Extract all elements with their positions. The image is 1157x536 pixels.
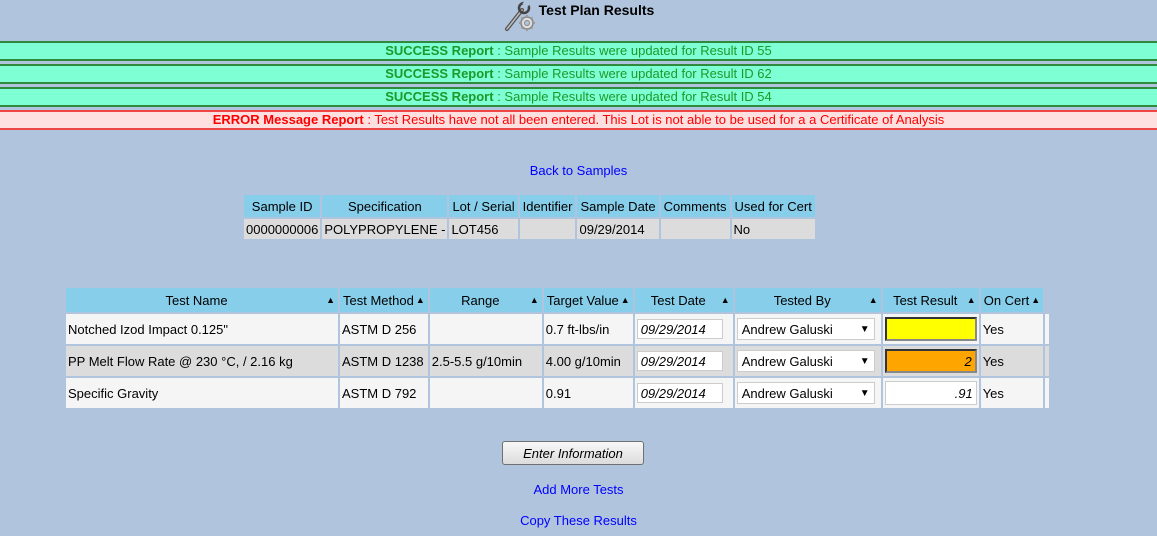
enter-information-button[interactable]: Enter Information [502,441,644,465]
column-header-test-date[interactable]: Test Date ▲ [634,288,733,312]
wrench-gear-icon [504,0,535,31]
test-method-cell: ASTM D 792 [340,378,428,408]
on-cert-cell: Yes [980,346,1044,376]
lot-serial-cell: LOT456 [449,219,518,239]
sort-arrow-icon[interactable]: ▲ [721,295,730,305]
target-value-cell: 0.7 ft-lbs/in [543,314,633,344]
back-to-samples-link[interactable]: Back to Samples [530,163,628,178]
sort-arrow-icon[interactable]: ▲ [869,295,878,305]
add-more-tests-link[interactable]: Add More Tests [533,482,623,497]
sort-arrow-icon[interactable]: ▲ [326,295,335,305]
test-result-input[interactable] [884,317,977,341]
on-cert-cell: Yes [980,378,1044,408]
column-header-test-name[interactable]: Test Name ▲ [66,288,338,312]
column-header-tested-by[interactable]: Tested By ▲ [734,288,881,312]
chevron-down-icon: ▼ [859,355,870,367]
column-header-identifier: Identifier [519,195,576,217]
copy-these-results-link[interactable]: Copy These Results [520,513,637,528]
sample-id-cell: 0000000006 [244,219,321,239]
comments-cell [660,219,730,239]
range-cell: 2.5-5.5 g/10min [429,346,542,376]
message-text: : Test Results have not all been entered… [363,112,945,127]
tested-by-select[interactable]: Andrew Galuski ▼ [736,318,875,340]
table-row: Notched Izod Impact 0.125" ASTM D 256 0.… [66,314,1050,344]
test-name-cell: Specific Gravity [66,378,338,408]
chevron-down-icon: ▼ [859,323,870,335]
table-row: Specific Gravity ASTM D 792 0.91 Andrew … [66,378,1050,408]
message-label: SUCCESS Report [385,66,494,81]
success-message: SUCCESS Report : Sample Results were upd… [0,41,1157,61]
used-for-cert-cell: No [731,219,815,239]
sample-header-row: Sample ID Specification Lot / Serial Ide… [244,195,815,217]
tested-by-select[interactable]: Andrew Galuski ▼ [736,350,875,372]
sample-table: Sample ID Specification Lot / Serial Ide… [242,193,817,241]
tested-by-select[interactable]: Andrew Galuski ▼ [736,382,875,404]
column-header-lot-serial: Lot / Serial [449,195,518,217]
message-text: : Sample Results were updated for Result… [493,66,772,81]
test-header-row: Test Name ▲ Test Method ▲ Range ▲ Target Va… [66,288,1049,312]
message-text: : Sample Results were updated for Result… [493,43,772,58]
column-header-range[interactable]: Range ▲ [429,288,542,312]
chevron-down-icon: ▼ [859,387,870,399]
sort-arrow-icon[interactable]: ▲ [416,295,425,305]
column-header-specification: Specification [322,195,448,217]
test-date-input[interactable] [636,351,723,371]
range-cell [429,314,542,344]
message-label: SUCCESS Report [385,43,494,58]
page-title: Test Plan Results [538,2,655,18]
column-header-comments: Comments [660,195,730,217]
sort-arrow-icon[interactable]: ▲ [530,295,539,305]
success-message: SUCCESS Report : Sample Results were upd… [0,64,1157,84]
table-row: PP Melt Flow Rate @ 230 °C, / 2.16 kg AS… [66,346,1050,376]
target-value-cell: 0.91 [543,378,633,408]
message-label: ERROR Message Report [212,112,364,127]
column-header-on-cert[interactable]: On Cert ▲ [980,288,1044,312]
sort-arrow-icon[interactable]: ▲ [621,295,630,305]
message-list: SUCCESS Report : Sample Results were upd… [0,41,1157,133]
test-name-cell: PP Melt Flow Rate @ 230 °C, / 2.16 kg [66,346,338,376]
sample-row: 0000000006 POLYPROPYLENE - LOT456 09/29/… [244,219,815,239]
identifier-cell [519,219,576,239]
column-header-test-method[interactable]: Test Method ▲ [340,288,428,312]
error-message: ERROR Message Report : Test Results have… [0,110,1157,130]
sort-arrow-icon[interactable]: ▲ [967,295,976,305]
column-header-sample-id: Sample ID [244,195,321,217]
message-text: : Sample Results were updated for Result… [493,89,772,104]
on-cert-cell: Yes [980,314,1044,344]
test-method-cell: ASTM D 1238 [340,346,428,376]
column-header-used-for-cert: Used for Cert [731,195,815,217]
test-method-cell: ASTM D 256 [340,314,428,344]
test-date-input[interactable] [636,319,723,339]
page-header: Test Plan Results [0,0,1157,38]
column-header-test-result[interactable]: Test Result ▲ [882,288,979,312]
target-value-cell: 4.00 g/10min [543,346,633,376]
success-message: SUCCESS Report : Sample Results were upd… [0,87,1157,107]
column-header-target-value[interactable]: Target Value ▲ [543,288,633,312]
test-results-table: Test Name ▲ Test Method ▲ Range ▲ Target Va… [64,286,1051,410]
message-label: SUCCESS Report [385,89,494,104]
test-date-input[interactable] [636,383,723,403]
sample-date-cell: 09/29/2014 [577,219,659,239]
specification-cell: POLYPROPYLENE - [322,219,448,239]
test-result-input[interactable] [884,349,977,373]
test-name-cell: Notched Izod Impact 0.125" [66,314,338,344]
range-cell [429,378,542,408]
test-result-input[interactable] [884,381,977,405]
column-header-sample-date: Sample Date [577,195,659,217]
sort-arrow-icon[interactable]: ▲ [1031,295,1040,305]
